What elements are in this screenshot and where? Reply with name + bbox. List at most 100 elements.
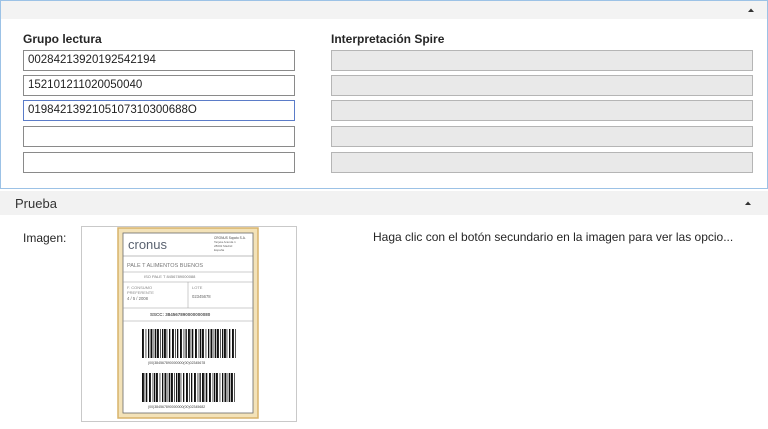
barcode-bar bbox=[166, 329, 168, 358]
barcode-bar bbox=[219, 373, 221, 402]
barcode-bar bbox=[178, 373, 180, 402]
label-left-2: PREFERENTE bbox=[127, 290, 154, 295]
lectura-panel-header bbox=[1, 1, 767, 19]
barcode-bar bbox=[197, 373, 199, 402]
barcode-bar bbox=[176, 373, 178, 402]
chevron-up-icon[interactable] bbox=[745, 4, 757, 16]
interp-field-4 bbox=[331, 126, 753, 147]
barcode-bar bbox=[188, 329, 190, 358]
barcode-bar bbox=[146, 373, 148, 402]
barcode-bar bbox=[205, 329, 207, 358]
lectura-input-5[interactable] bbox=[23, 152, 295, 173]
chevron-up-icon[interactable] bbox=[742, 197, 754, 209]
barcode-bar bbox=[217, 329, 219, 358]
barcode-bar bbox=[150, 329, 153, 358]
group-title: Grupo lectura bbox=[23, 32, 102, 46]
barcode-2-text: (00)384567890000000(00)02345682 bbox=[148, 405, 205, 409]
barcode-bar bbox=[206, 373, 208, 402]
barcode-bar bbox=[235, 329, 236, 358]
barcode-bar bbox=[183, 329, 185, 358]
barcode-bar bbox=[148, 329, 150, 358]
barcode-bar bbox=[229, 373, 231, 402]
label-sscc: SSCC: 384567890000000080 bbox=[150, 312, 211, 317]
lectura-input-2[interactable]: 152101211020050040 bbox=[23, 75, 295, 96]
lectura-input-1[interactable]: 00284213920192542194 bbox=[23, 50, 295, 71]
image-label: Imagen: bbox=[23, 231, 67, 245]
barcode-bar bbox=[189, 373, 190, 402]
barcode-bar bbox=[222, 329, 224, 358]
barcode-bar bbox=[200, 329, 202, 358]
barcode-bar bbox=[209, 373, 211, 402]
barcode-bar bbox=[160, 329, 161, 358]
barcode-bar bbox=[232, 329, 234, 358]
barcode-bar bbox=[195, 329, 197, 358]
barcode-bar bbox=[180, 373, 182, 402]
barcode-bar bbox=[142, 373, 144, 402]
barcode-bar bbox=[175, 329, 176, 358]
barcode-bar bbox=[156, 373, 158, 402]
barcode-bar bbox=[164, 373, 167, 402]
barcode-bar bbox=[153, 329, 155, 358]
label-right-1: LOTE bbox=[192, 285, 203, 290]
barcode-bar bbox=[216, 373, 218, 402]
barcode-bar bbox=[194, 373, 196, 402]
label-left-3: 4 / 5 / 2008 bbox=[127, 296, 149, 301]
barcode-bar bbox=[210, 329, 213, 358]
barcode-bar bbox=[159, 373, 161, 402]
barcode-bar bbox=[202, 329, 204, 358]
barcode-bar bbox=[157, 329, 159, 358]
barcode-bar bbox=[177, 329, 179, 358]
barcode-bar bbox=[191, 373, 193, 402]
barcode-bar bbox=[174, 373, 175, 402]
barcode-bar bbox=[162, 329, 164, 358]
barcode-bar bbox=[215, 329, 217, 358]
barcode-bar bbox=[171, 373, 173, 402]
barcode-bar bbox=[227, 373, 229, 402]
barcode-bar bbox=[180, 329, 182, 358]
barcode-bar bbox=[172, 329, 174, 358]
label-image[interactable]: cronus CRONUS Sopoto S.A. Tarjeta Aranda… bbox=[81, 226, 297, 422]
barcode-bar bbox=[145, 329, 147, 358]
lectura-input-3[interactable]: 0198421392105107310300688O bbox=[23, 100, 295, 121]
label-brand: cronus bbox=[128, 237, 168, 252]
barcode-bar bbox=[186, 373, 188, 402]
barcode-bar bbox=[152, 373, 154, 402]
barcode-bar bbox=[149, 373, 151, 402]
interp-field-5 bbox=[331, 152, 753, 173]
barcode-bar bbox=[222, 373, 224, 402]
barcode-bar bbox=[185, 329, 187, 358]
barcode-bar bbox=[183, 373, 185, 402]
barcode-bar bbox=[224, 373, 227, 402]
barcode-bar bbox=[214, 373, 216, 402]
label-company-line-4: España bbox=[214, 248, 225, 252]
barcode-bar bbox=[192, 329, 194, 358]
barcode-bar bbox=[213, 329, 215, 358]
interp-title: Interpretación Spire bbox=[331, 32, 445, 46]
barcode-bar bbox=[164, 329, 166, 358]
barcode-bar bbox=[220, 329, 221, 358]
interp-field-2 bbox=[331, 75, 753, 96]
barcode-bar bbox=[169, 373, 171, 402]
interp-field-3 bbox=[331, 100, 753, 121]
barcode-bar bbox=[142, 329, 144, 358]
label-right-2: 02345678 bbox=[192, 294, 211, 299]
barcode-bar bbox=[226, 329, 228, 358]
barcode-bar bbox=[162, 373, 164, 402]
barcode-bar bbox=[229, 329, 231, 358]
barcode-bar bbox=[198, 329, 200, 358]
barcode-bar bbox=[212, 373, 214, 402]
barcode-bar bbox=[169, 329, 171, 358]
label-image-graphic: cronus CRONUS Sopoto S.A. Tarjeta Aranda… bbox=[117, 227, 259, 419]
barcode-bar bbox=[167, 373, 169, 402]
barcode-1-text: (00)384567890000000(00)02345678 bbox=[148, 361, 205, 365]
label-product: PALE T ALIMENTOS BUENOS bbox=[127, 263, 203, 269]
barcode-bar bbox=[155, 329, 157, 358]
barcode-bar bbox=[234, 373, 235, 402]
interp-field-1 bbox=[331, 50, 753, 71]
prueba-section-header[interactable]: Prueba bbox=[0, 191, 768, 215]
barcode-bar bbox=[231, 373, 233, 402]
barcode-bar bbox=[190, 329, 192, 358]
lectura-input-4[interactable] bbox=[23, 126, 295, 147]
image-hint: Haga clic con el botón secundario en la … bbox=[373, 230, 734, 244]
label-id-row: ISO PALE T 8456789000088 bbox=[144, 274, 196, 279]
